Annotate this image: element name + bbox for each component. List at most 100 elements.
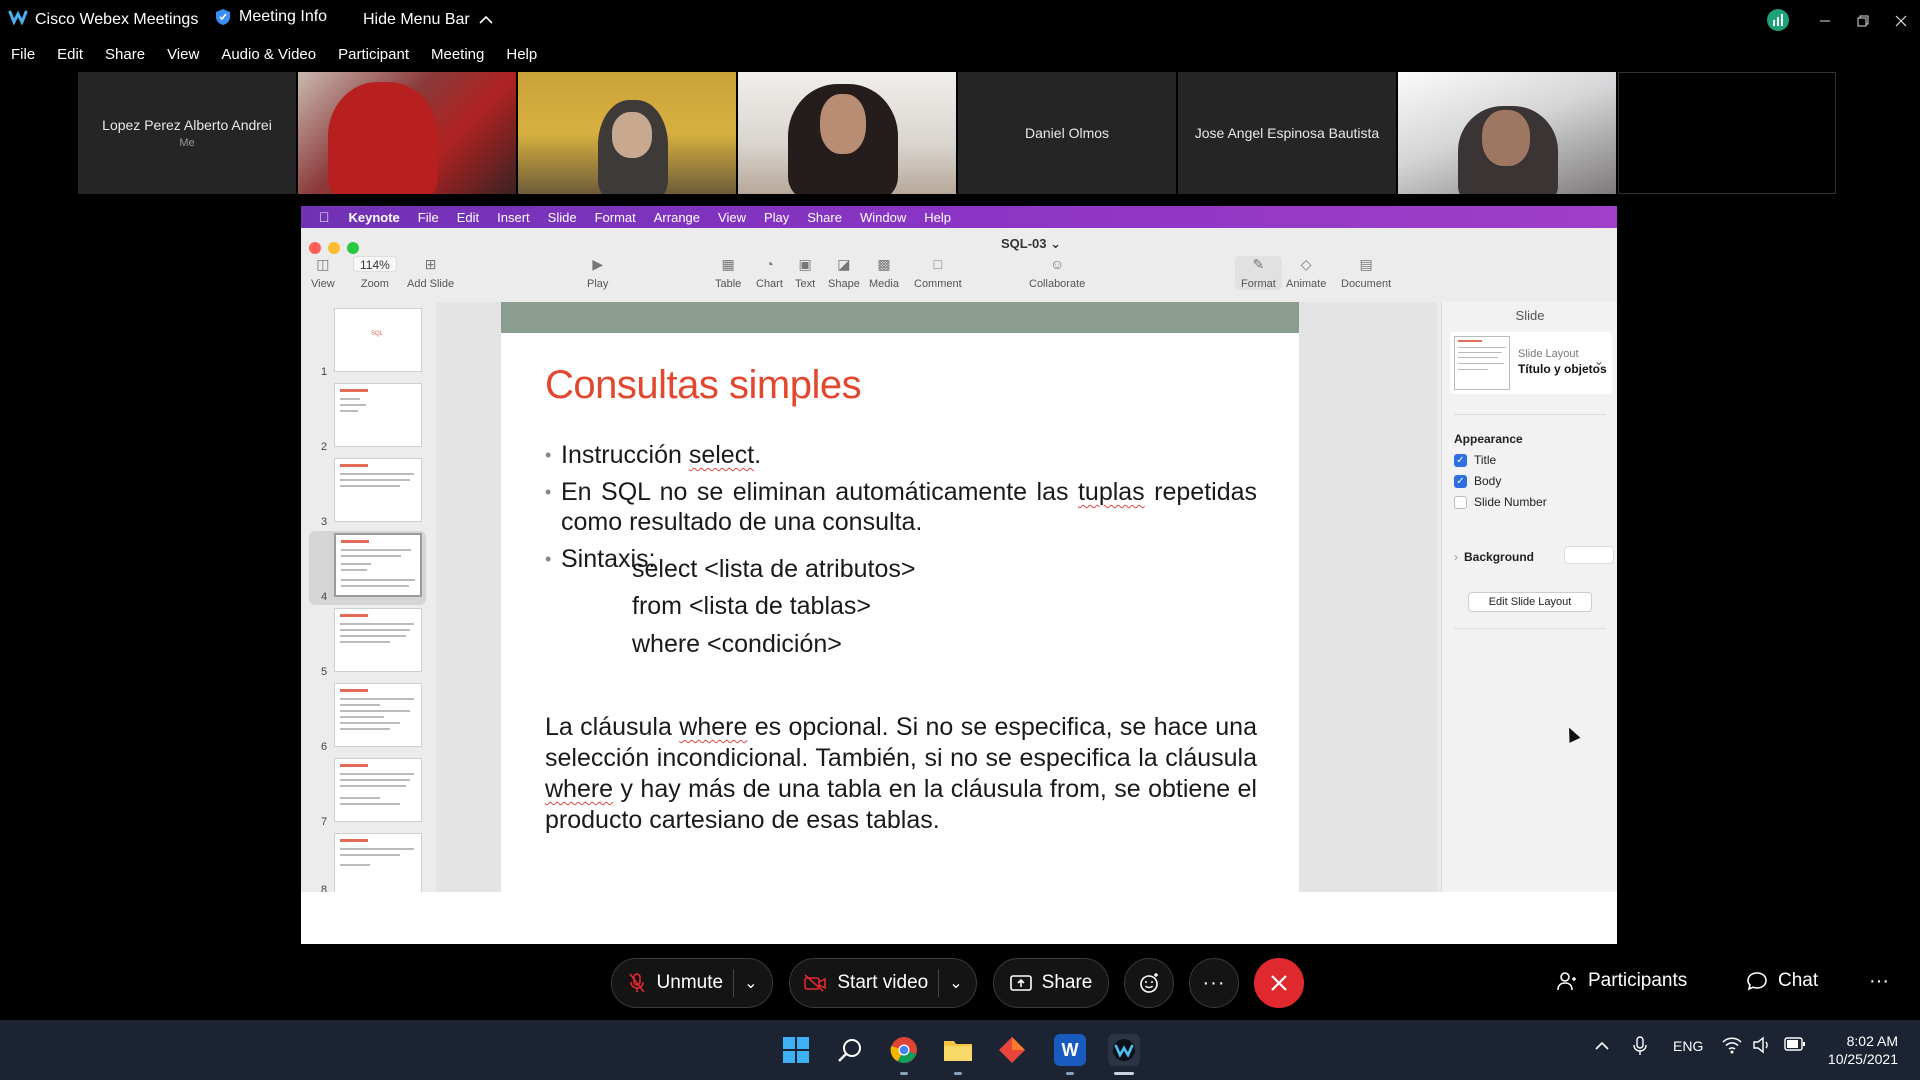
mac-menu-item[interactable]: Arrange bbox=[645, 210, 709, 225]
file-explorer-button[interactable] bbox=[942, 1034, 974, 1066]
slide[interactable]: Consultas simples Instrucción select. En… bbox=[501, 302, 1299, 892]
chevron-down-icon[interactable]: ⌄ bbox=[949, 973, 962, 993]
menu-share[interactable]: Share bbox=[94, 46, 156, 68]
chrome-taskbar-button[interactable] bbox=[888, 1034, 920, 1066]
end-call-button[interactable] bbox=[1254, 958, 1304, 1008]
mac-menu-item[interactable]: View bbox=[709, 210, 755, 225]
mac-menu-item[interactable]: Slide bbox=[539, 210, 586, 225]
menu-meeting[interactable]: Meeting bbox=[420, 46, 495, 68]
menu-help[interactable]: Help bbox=[495, 46, 548, 68]
chat-button[interactable]: Chat bbox=[1746, 970, 1818, 992]
slide-thumbnail-selected[interactable]: 4 bbox=[309, 531, 426, 605]
comment-button[interactable]: □ Comment bbox=[914, 256, 962, 290]
text-button[interactable]: ▣ Text bbox=[795, 256, 815, 290]
view-button[interactable]: ◫ View bbox=[311, 256, 335, 290]
mac-menu-item[interactable]: Share bbox=[798, 210, 851, 225]
word-taskbar-button[interactable]: W bbox=[1054, 1034, 1086, 1066]
battery-icon[interactable] bbox=[1784, 1037, 1806, 1054]
participant-video-tile[interactable] bbox=[738, 72, 956, 194]
participant-video-tile[interactable] bbox=[298, 72, 516, 194]
mac-menu-item[interactable]: Edit bbox=[448, 210, 488, 225]
search-button[interactable] bbox=[834, 1034, 866, 1066]
participant-tile[interactable]: Daniel Olmos bbox=[958, 72, 1176, 194]
participant-tile[interactable]: Lopez Perez Alberto Andrei Me bbox=[78, 72, 296, 194]
system-clock[interactable]: 8:02 AM 10/25/2021 bbox=[1828, 1032, 1898, 1068]
mac-menu-app[interactable]: Keynote bbox=[340, 210, 409, 225]
unmute-button[interactable]: Unmute ⌄ bbox=[611, 958, 773, 1008]
menu-view[interactable]: View bbox=[156, 46, 210, 68]
volume-icon[interactable] bbox=[1752, 1036, 1772, 1057]
webex-taskbar-button[interactable] bbox=[1108, 1034, 1140, 1066]
media-button[interactable]: ▩ Media bbox=[869, 256, 899, 290]
checkbox-unchecked[interactable] bbox=[1454, 495, 1467, 509]
inspector-tab-slide[interactable]: Slide bbox=[1442, 308, 1618, 323]
slide-title[interactable]: Consultas simples bbox=[545, 363, 862, 408]
microphone-tray-icon[interactable] bbox=[1633, 1036, 1647, 1059]
slide-thumbnail[interactable]: 3 bbox=[301, 456, 431, 530]
chart-button[interactable]: ◔ Chart bbox=[756, 256, 783, 290]
share-button[interactable]: Share bbox=[993, 958, 1109, 1008]
menu-file[interactable]: File bbox=[0, 46, 46, 68]
more-options-button[interactable]: ··· bbox=[1189, 958, 1239, 1008]
slide-thumbnail[interactable]: 8 bbox=[301, 831, 431, 892]
mac-menu-item[interactable]: Window bbox=[851, 210, 915, 225]
slide-thumbnail[interactable]: 7 bbox=[301, 756, 431, 830]
background-color-well[interactable] bbox=[1564, 546, 1614, 564]
mac-menu-item[interactable]: File bbox=[409, 210, 448, 225]
menu-participant[interactable]: Participant bbox=[327, 46, 420, 68]
slide-paragraph[interactable]: La cláusula where es opcional. Si no se … bbox=[545, 712, 1257, 836]
participant-video-tile[interactable] bbox=[1398, 72, 1616, 194]
edit-slide-layout-button[interactable]: Edit Slide Layout bbox=[1468, 592, 1592, 612]
participant-video-tile[interactable] bbox=[518, 72, 736, 194]
checkbox-checked[interactable]: ✓ bbox=[1454, 453, 1467, 467]
zoom-control[interactable]: 114% Zoom bbox=[353, 256, 397, 290]
participants-button[interactable]: Participants bbox=[1556, 970, 1687, 992]
participants-icon bbox=[1557, 972, 1576, 991]
format-button[interactable]: ✎ Format bbox=[1235, 256, 1282, 290]
menu-edit[interactable]: Edit bbox=[46, 46, 94, 68]
animate-button[interactable]: ◇ Animate bbox=[1286, 256, 1326, 290]
zoom-dot-icon[interactable] bbox=[347, 242, 359, 254]
collaborate-button[interactable]: ☺ Collaborate bbox=[1029, 256, 1085, 290]
wifi-icon[interactable] bbox=[1722, 1036, 1742, 1057]
participant-tile[interactable]: Jose Angel Espinosa Bautista bbox=[1178, 72, 1396, 194]
play-button[interactable]: ▶ Play bbox=[587, 256, 608, 290]
restore-button[interactable] bbox=[1844, 2, 1882, 40]
chevron-down-icon[interactable]: ⌄ bbox=[744, 973, 757, 993]
background-row[interactable]: › Background bbox=[1454, 550, 1534, 564]
slide-number-checkbox-row[interactable]: Slide Number bbox=[1454, 495, 1547, 509]
start-button[interactable] bbox=[780, 1034, 812, 1066]
body-checkbox-row[interactable]: ✓ Body bbox=[1454, 474, 1501, 488]
start-video-button[interactable]: Start video ⌄ bbox=[789, 958, 977, 1008]
checkbox-checked[interactable]: ✓ bbox=[1454, 474, 1467, 488]
close-dot-icon[interactable] bbox=[309, 242, 321, 254]
slide-thumbnail[interactable]: SQL 1 bbox=[301, 306, 431, 380]
add-slide-button[interactable]: ⊞ Add Slide bbox=[407, 256, 454, 290]
shape-button[interactable]: ◪ Shape bbox=[828, 256, 860, 290]
slide-thumbnail[interactable]: 2 bbox=[301, 381, 431, 455]
hide-menu-bar-button[interactable]: Hide Menu Bar bbox=[363, 11, 494, 29]
apple-icon[interactable]:  bbox=[301, 209, 340, 225]
reactions-button[interactable] bbox=[1124, 958, 1174, 1008]
show-hidden-icons[interactable] bbox=[1594, 1038, 1610, 1054]
slide-layout-picker[interactable]: Slide Layout Título y objetos ⌄ bbox=[1450, 332, 1612, 394]
network-stats-icon[interactable] bbox=[1767, 9, 1789, 31]
language-indicator[interactable]: ENG bbox=[1673, 1038, 1703, 1054]
mac-menu-item[interactable]: Help bbox=[915, 210, 960, 225]
app-taskbar-button[interactable] bbox=[996, 1034, 1028, 1066]
meeting-info-button[interactable]: Meeting Info bbox=[215, 8, 327, 26]
minimize-button[interactable] bbox=[1806, 2, 1844, 40]
mac-menu-item[interactable]: Insert bbox=[488, 210, 539, 225]
table-button[interactable]: ▦ Table bbox=[715, 256, 741, 290]
close-window-button[interactable] bbox=[1882, 2, 1920, 40]
more-panels-button[interactable]: ··· bbox=[1869, 970, 1889, 993]
mac-menu-item[interactable]: Play bbox=[755, 210, 798, 225]
document-button[interactable]: ▤ Document bbox=[1341, 256, 1391, 290]
menu-audio-video[interactable]: Audio & Video bbox=[210, 46, 327, 68]
document-title[interactable]: SQL-03 ⌄ bbox=[1001, 236, 1061, 252]
slide-thumbnail[interactable]: 5 bbox=[301, 606, 431, 680]
slide-thumbnail[interactable]: 6 bbox=[301, 681, 431, 755]
minimize-dot-icon[interactable] bbox=[328, 242, 340, 254]
mac-menu-item[interactable]: Format bbox=[586, 210, 645, 225]
title-checkbox-row[interactable]: ✓ Title bbox=[1454, 453, 1496, 467]
